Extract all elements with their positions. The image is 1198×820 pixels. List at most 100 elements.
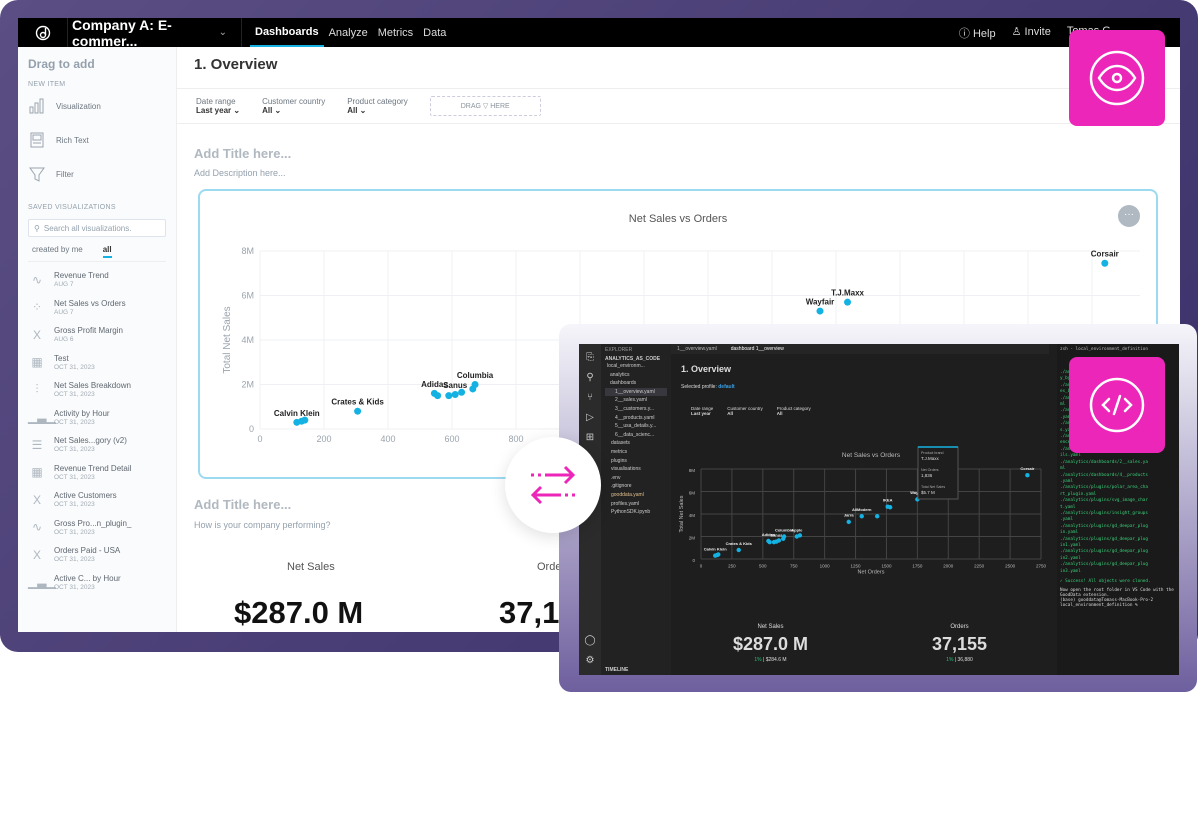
bar-chart-icon xyxy=(29,98,44,114)
filter-customer-country[interactable]: Customer country All ⌄ xyxy=(262,97,325,115)
saved-visualization-item[interactable]: ▦ Revenue Trend Detail OCT 31, 2023 xyxy=(28,459,166,487)
nav-data[interactable]: Data xyxy=(418,18,451,47)
settings-gear-icon[interactable]: ⚙ xyxy=(579,651,601,671)
dashboard-title[interactable]: 1. Overview xyxy=(194,56,277,73)
bar-horizontal-icon: ☰ xyxy=(31,437,43,452)
x-tick-label: 250 xyxy=(728,564,736,569)
x-axis-label: Net Orders xyxy=(858,569,885,575)
profile-value[interactable]: default xyxy=(718,384,734,390)
table-icon: ▦ xyxy=(31,355,43,370)
section-description-1[interactable]: Add Description here... xyxy=(194,168,286,178)
data-label: Calvin Klein xyxy=(274,409,320,418)
y-tick-label: 4M xyxy=(241,335,254,345)
new-rich-text[interactable]: Rich Text xyxy=(28,124,166,156)
preview-title: 1. Overview xyxy=(681,364,732,374)
chevron-down-icon: ⌄ xyxy=(218,27,227,38)
preview-filter-country[interactable]: Customer country All xyxy=(727,406,763,416)
saved-visualization-item[interactable]: ▁▃▁ Activity by Hour OCT 31, 2023 xyxy=(28,404,166,432)
kpi-orders-value: 37,1 xyxy=(499,595,560,630)
file-tree-item[interactable]: analytics xyxy=(605,371,667,380)
x-tick-label: 1000 xyxy=(820,564,831,569)
help-link[interactable]: ⓘ Help xyxy=(959,25,996,41)
file-tree-item[interactable]: PythonSDK.ipynb xyxy=(605,508,667,517)
file-tree-item[interactable]: 3__customers.y... xyxy=(605,405,667,414)
terminal-title: zsh - local_environment_definition xyxy=(1060,347,1148,352)
profile-label: Selected profile: xyxy=(681,384,717,390)
tab-dashboard-preview[interactable]: dashboard 1__overview xyxy=(731,346,784,352)
saved-visualization-item[interactable]: X Active Customers OCT 31, 2023 xyxy=(28,486,166,514)
file-tree-item[interactable]: datasets xyxy=(605,439,667,448)
kpi-net-sales-label: Net Sales xyxy=(287,561,335,573)
gooddata-logo[interactable] xyxy=(18,18,68,47)
saved-visualization-item[interactable]: ☰ Net Sales...gory (v2) OCT 31, 2023 xyxy=(28,431,166,459)
chart-title: Net Sales vs Orders xyxy=(842,452,901,459)
file-tree-item[interactable]: plugins xyxy=(605,457,667,466)
saved-visualization-item[interactable]: ∿ Gross Pro...n_plugin_ OCT 31, 2023 xyxy=(28,514,166,542)
data-point xyxy=(776,538,782,543)
workspace-picker[interactable]: Company A: E-commer... ⌄ xyxy=(68,18,242,49)
saved-visualization-item[interactable]: ▁▃▁ Active C... by Hour OCT 31, 2023 xyxy=(28,569,166,597)
extensions-icon[interactable]: ⊞ xyxy=(579,428,601,448)
data-label: Columbia xyxy=(457,371,494,380)
drag-filter-here-dropzone[interactable]: DRAG ▽ HERE xyxy=(429,96,541,116)
file-tree-item[interactable]: metrics xyxy=(605,448,667,457)
filter-product-category[interactable]: Product category All ⌄ xyxy=(347,97,407,115)
saved-visualization-item[interactable]: X Orders Paid - USA OCT 31, 2023 xyxy=(28,541,166,569)
kpi-net-sales-value: $287.0 M xyxy=(234,595,364,630)
file-tree-item[interactable]: profiles.yaml xyxy=(605,500,667,509)
y-tick-label: 2M xyxy=(241,380,254,390)
saved-visualization-item[interactable]: ∿ Revenue Trend AUG 7 xyxy=(28,266,166,294)
tab-all[interactable]: all xyxy=(102,245,112,258)
run-debug-icon[interactable]: ▷ xyxy=(579,408,601,428)
nav-analyze[interactable]: Analyze xyxy=(324,18,373,47)
file-tree-item[interactable]: 5__usa_details.y... xyxy=(605,422,667,431)
data-point xyxy=(887,505,893,510)
explorer-title: EXPLORER xyxy=(605,347,633,353)
saved-visualization-item[interactable]: X Gross Profit Margin AUG 6 xyxy=(28,321,166,349)
nav-dashboards[interactable]: Dashboards xyxy=(250,18,324,47)
account-icon[interactable]: ◯ xyxy=(579,631,601,651)
tab-overview-yaml[interactable]: 1__overview.yaml xyxy=(677,346,717,352)
nav-metrics[interactable]: Metrics xyxy=(373,18,418,47)
section-title-2[interactable]: Add Title here... xyxy=(194,497,291,512)
file-tree-item[interactable]: visualisations xyxy=(605,465,667,474)
file-tree-item[interactable]: .gitignore xyxy=(605,482,667,491)
file-tree-item[interactable]: gooddata.yaml xyxy=(605,491,667,500)
preview-filter-date[interactable]: Date range Last year xyxy=(691,406,713,416)
x-tick-label: 0 xyxy=(700,564,703,569)
waterfall-icon: ⫶ xyxy=(35,382,39,397)
file-tree-item[interactable]: local_environm... xyxy=(605,362,667,371)
search-visualizations-input[interactable]: ⚲ Search all visualizations. xyxy=(28,219,166,237)
file-tree-item[interactable]: 1__overview.yaml xyxy=(605,387,667,397)
data-point xyxy=(354,407,362,415)
search-icon[interactable]: ⚲ xyxy=(579,368,601,388)
timeline-section[interactable]: TIMELINE xyxy=(605,667,628,673)
file-tree-item[interactable]: 6__data_scienc... xyxy=(605,431,667,440)
saved-visualization-item[interactable]: ⫶ Net Sales Breakdown OCT 31, 2023 xyxy=(28,376,166,404)
file-tree-item[interactable]: .env xyxy=(605,474,667,483)
invite-link[interactable]: ♙ Invite xyxy=(1012,25,1051,41)
x-tick-label: 750 xyxy=(790,564,798,569)
new-visualization[interactable]: Visualization xyxy=(28,90,166,122)
file-tree-item[interactable]: 2__sales.yaml xyxy=(605,396,667,405)
section-title-1[interactable]: Add Title here... xyxy=(194,146,291,161)
bar-chart-icon: ▁▃▁ xyxy=(28,575,56,590)
data-point xyxy=(874,514,880,519)
eye-icon xyxy=(1089,50,1145,106)
preview-filter-category[interactable]: Product category All xyxy=(777,406,811,416)
x-tick-label: 600 xyxy=(444,434,459,444)
file-tree-item[interactable]: 4__products.yaml xyxy=(605,414,667,423)
saved-visualization-item[interactable]: ▦ Test OCT 31, 2023 xyxy=(28,349,166,377)
sync-button[interactable] xyxy=(505,437,601,533)
tab-created-by-me[interactable]: created by me xyxy=(32,245,83,258)
filter-date-range[interactable]: Date range Last year ⌄ xyxy=(196,97,240,115)
saved-visualization-item[interactable]: ⁘ Net Sales vs Orders AUG 7 xyxy=(28,294,166,322)
data-point xyxy=(301,416,309,424)
table-icon: ▦ xyxy=(31,465,43,480)
data-point xyxy=(1025,472,1030,478)
new-filter[interactable]: Filter xyxy=(28,158,166,190)
preview-kpi-orders: Orders 37,155 1% | 36,880 xyxy=(931,624,988,663)
source-control-icon[interactable]: ⑂ xyxy=(579,388,601,408)
files-icon[interactable]: ⎘ xyxy=(579,348,601,368)
file-tree-item[interactable]: dashboards xyxy=(605,379,667,388)
